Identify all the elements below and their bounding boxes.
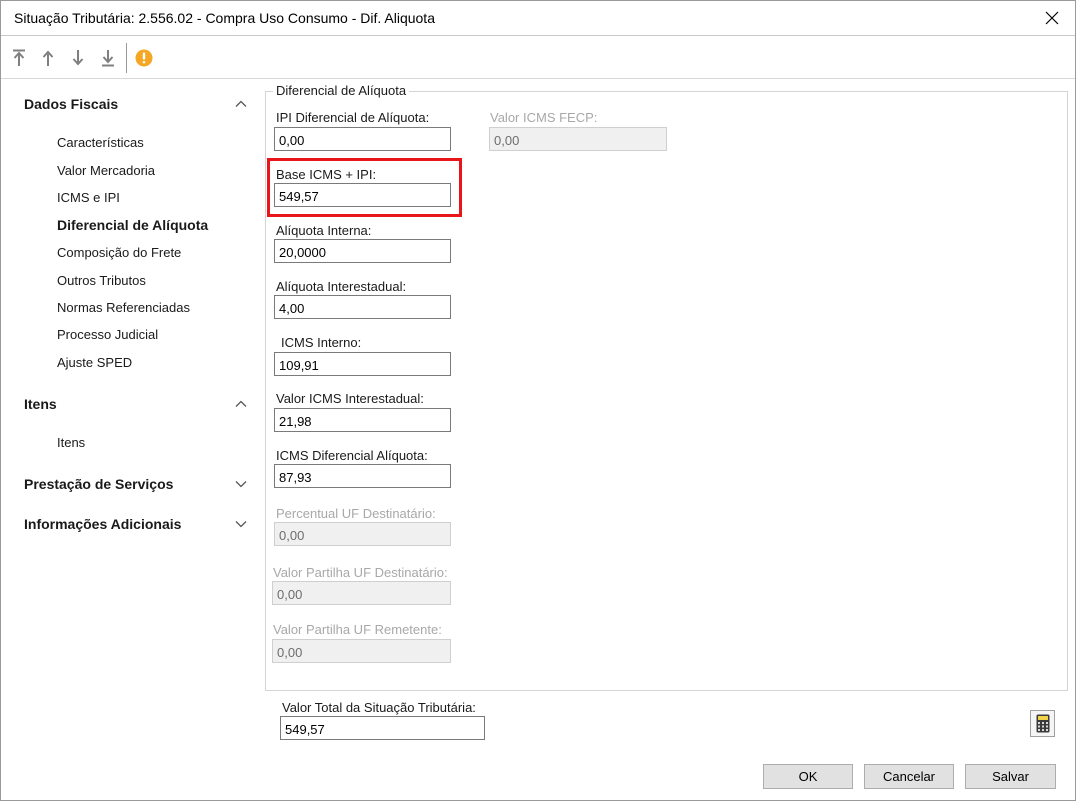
percentual-uf-dest-label: Percentual UF Destinatário: [276,506,436,521]
group-legend: Diferencial de Alíquota [273,83,410,98]
chevron-up-icon [235,400,247,407]
cancel-button[interactable]: Cancelar [864,764,954,789]
sidebar-item-diferencial-aliquota[interactable]: Diferencial de Alíquota [57,217,208,233]
valor-total-label: Valor Total da Situação Tributária: [282,700,476,715]
calculator-icon [1036,714,1049,733]
save-button[interactable]: Salvar [965,764,1056,789]
section-title: Itens [24,396,57,412]
sidebar-item-composicao-frete[interactable]: Composição do Frete [57,245,181,260]
sidebar-item-processo-judicial[interactable]: Processo Judicial [57,327,158,342]
move-to-top-button[interactable] [8,46,30,70]
sidebar-item-valor-mercadoria[interactable]: Valor Mercadoria [57,163,155,178]
calculator-button[interactable] [1030,710,1055,737]
arrow-up-icon [42,50,54,66]
valor-partilha-uf-rem-label: Valor Partilha UF Remetente: [273,622,442,637]
sidebar-item-itens[interactable]: Itens [57,435,85,450]
aliquota-interestadual-label: Alíquota Interestadual: [276,279,407,294]
ipi-dif-field[interactable] [274,127,451,151]
chevron-up-icon [235,100,247,107]
aliquota-interna-field[interactable] [274,239,451,263]
icms-interno-field[interactable] [274,352,451,376]
ipi-dif-label: IPI Diferencial de Alíquota: [276,110,430,125]
toolbar-separator [126,43,127,73]
aliquota-interestadual-field[interactable] [274,295,451,319]
section-dados-fiscais[interactable]: Dados Fiscais [24,93,252,115]
toolbar [1,37,1075,79]
move-to-top-icon [13,49,25,66]
move-to-bottom-button[interactable] [97,46,119,70]
close-button[interactable] [1029,1,1075,35]
warning-icon [135,49,153,67]
sidebar-item-outros-tributos[interactable]: Outros Tributos [57,273,146,288]
chevron-down-icon [235,481,247,488]
section-itens[interactable]: Itens [24,393,252,415]
warning-button[interactable] [133,46,155,70]
move-down-button[interactable] [67,46,89,70]
move-to-bottom-icon [102,50,114,67]
valor-partilha-uf-dest-field [272,581,451,605]
valor-partilha-uf-rem-field [272,639,451,663]
arrow-down-icon [72,50,84,66]
valor-icms-interestadual-label: Valor ICMS Interestadual: [276,391,424,406]
valor-icms-interestadual-field[interactable] [274,408,451,432]
sidebar-item-ajuste-sped[interactable]: Ajuste SPED [57,355,132,370]
base-icms-ipi-label: Base ICMS + IPI: [276,167,377,182]
move-up-button[interactable] [37,46,59,70]
aliquota-interna-label: Alíquota Interna: [276,223,372,238]
close-icon [1045,11,1059,25]
section-title: Dados Fiscais [24,96,119,112]
dialog-window: Situação Tributária: 2.556.02 - Compra U… [0,0,1076,801]
sidebar-item-normas-referenciadas[interactable]: Normas Referenciadas [57,300,190,315]
section-prestacao-servicos[interactable]: Prestação de Serviços [24,473,252,495]
base-icms-ipi-field[interactable] [274,183,451,207]
section-title: Prestação de Serviços [24,476,174,492]
ok-button[interactable]: OK [763,764,853,789]
sidebar: Dados Fiscais Características Valor Merc… [1,80,263,760]
sidebar-item-icms-ipi[interactable]: ICMS e IPI [57,190,120,205]
icms-dif-aliquota-field[interactable] [274,464,451,488]
percentual-uf-dest-field [274,522,451,546]
section-title: Informações Adicionais [24,516,182,532]
title-bar: Situação Tributária: 2.556.02 - Compra U… [1,1,1075,36]
icms-dif-aliquota-label: ICMS Diferencial Alíquota: [276,448,428,463]
chevron-down-icon [235,521,247,528]
valor-icms-fecp-label: Valor ICMS FECP: [490,110,598,125]
section-informacoes-adicionais[interactable]: Informações Adicionais [24,513,252,535]
window-title: Situação Tributária: 2.556.02 - Compra U… [14,10,435,26]
valor-total-field[interactable] [280,716,485,740]
icms-interno-label: ICMS Interno: [281,335,362,350]
sidebar-item-caracteristicas[interactable]: Características [57,135,144,150]
valor-partilha-uf-dest-label: Valor Partilha UF Destinatário: [273,565,448,580]
valor-icms-fecp-field [489,127,667,151]
